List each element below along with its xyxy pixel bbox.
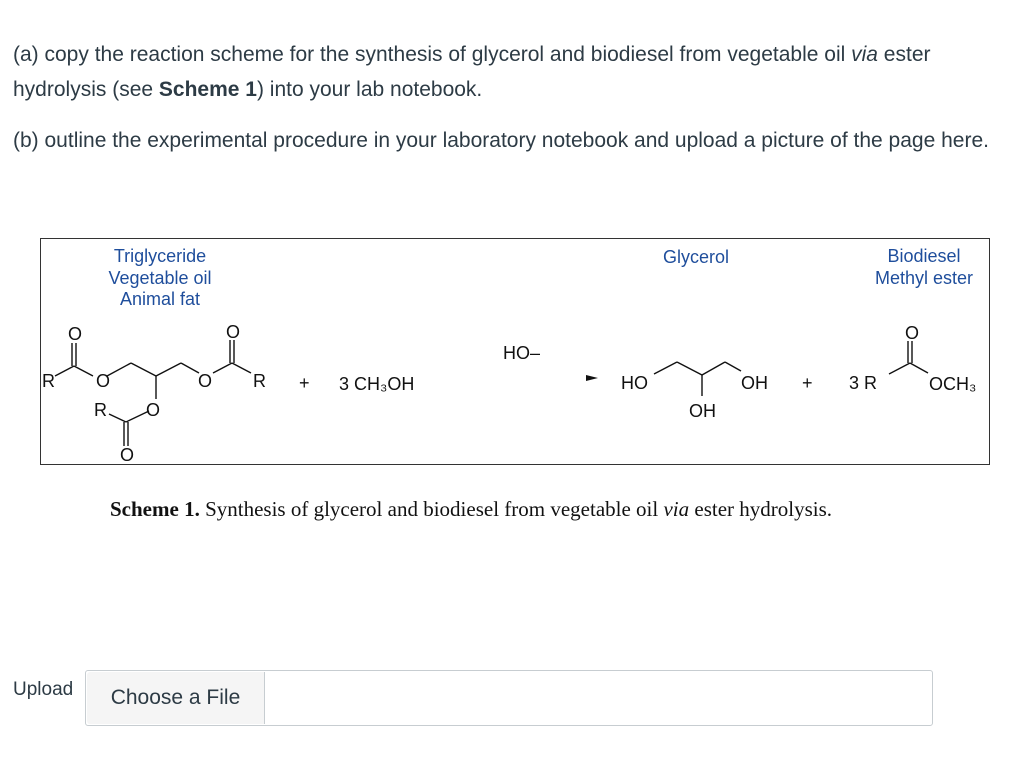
methyl-ester-label: Methyl ester (875, 268, 973, 288)
triglyceride-r3: R (94, 400, 107, 420)
question-a-text-3: ) into your lab notebook. (256, 78, 483, 101)
upload-label: Upload (13, 679, 74, 700)
animal-fat-label: Animal fat (120, 289, 200, 309)
question-a: (a) copy the reaction scheme for the syn… (13, 37, 1013, 107)
glycerol-oh-1: OH (741, 373, 768, 393)
triglyceride-o-carbonyl1: O (68, 324, 82, 344)
caption-bold: Scheme 1. (110, 497, 200, 521)
caption-text: Synthesis of glycerol and biodiesel from… (199, 497, 664, 521)
triglyceride-r1: R (42, 371, 55, 391)
biodiesel-3r: 3 R (849, 373, 877, 393)
methyl-ester-o-carbonyl: O (905, 323, 919, 343)
vegetable-oil-label: Vegetable oil (108, 268, 211, 288)
caption-via: via (663, 497, 690, 521)
glycerol-label: Glycerol (663, 247, 729, 267)
biodiesel-label: Biodiesel (887, 246, 960, 266)
reaction-scheme-drawing: Triglyceride Vegetable oil Animal fat Gl… (42, 246, 976, 465)
caption-text-2: ester hydrolysis. (689, 497, 833, 521)
choose-file-button[interactable]: Choose a File (87, 672, 265, 724)
glycerol-structure (653, 361, 742, 396)
triglyceride-o3: O (146, 400, 160, 420)
triglyceride-o-carbonyl3: O (120, 445, 134, 465)
hydroxide-label: HO– (503, 343, 540, 363)
triglyceride-o1: O (96, 371, 110, 391)
scheme-reference: Scheme 1 (158, 78, 257, 101)
glycerol-ho: HO (621, 373, 648, 393)
file-upload-field[interactable]: Choose a File (85, 670, 933, 726)
triglyceride-r2: R (253, 371, 266, 391)
question-a-via: via (851, 43, 878, 66)
reaction-arrow-icon (586, 375, 598, 381)
question-b: (b) outline the experimental procedure i… (13, 129, 989, 152)
reaction-scheme: Triglyceride Vegetable oil Animal fat Gl… (40, 238, 990, 465)
methanol-reagent: 3 CH₃OH (339, 374, 414, 394)
triglyceride-label: Triglyceride (114, 246, 206, 266)
scheme-caption: Scheme 1. Synthesis of glycerol and biod… (110, 497, 832, 522)
triglyceride-structure (54, 340, 252, 446)
plus-sign-1: + (299, 373, 310, 393)
triglyceride-o2: O (198, 371, 212, 391)
glycerol-oh-2: OH (689, 401, 716, 421)
methyl-ester-structure (888, 341, 929, 375)
triglyceride-o-carbonyl2: O (226, 322, 240, 342)
plus-sign-2: + (802, 373, 813, 393)
question-a-text: (a) copy the reaction scheme for the syn… (13, 43, 852, 66)
methyl-ester-och3: OCH₃ (929, 374, 976, 394)
